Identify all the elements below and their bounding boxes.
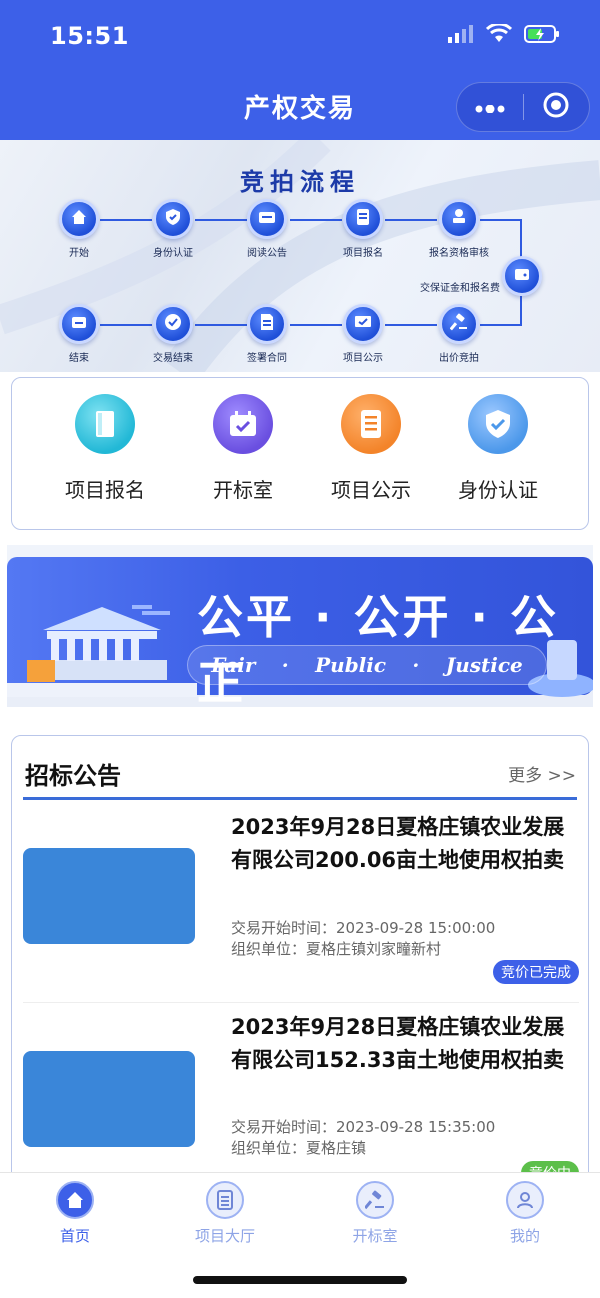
calendar-check-icon (213, 394, 273, 454)
document-icon (354, 208, 372, 230)
stamp-icon (450, 208, 468, 230)
status-badge: 竞价已完成 (493, 960, 579, 984)
more-link[interactable]: 更多 >> (508, 761, 576, 786)
notice-thumbnail (23, 848, 195, 944)
tab-project-hall[interactable]: 项目大厅 (150, 1181, 300, 1246)
list-icon (206, 1181, 244, 1219)
notice-item-org: 组织单位：夏格庄镇刘家疃新村 (231, 940, 442, 958)
tab-home[interactable]: 首页 (0, 1181, 150, 1246)
quick-item-project-signup[interactable]: 项目报名 (40, 394, 170, 503)
gavel-icon (449, 313, 468, 335)
process-step-read-notice: 阅读公告 (222, 199, 312, 259)
notice-item-title: 2023年9月28日夏格庄镇农业发展有限公司200.06亩土地使用权拍卖 (231, 815, 565, 872)
process-step-signup: 项目报名 (318, 199, 408, 259)
process-step-bidding: 出价竞拍 (414, 304, 504, 364)
tab-bid-room[interactable]: 开标室 (300, 1181, 450, 1246)
quick-item-identity-verify[interactable]: 身份认证 (433, 394, 563, 503)
process-label-deposit: 交保证金和报名费 (420, 283, 500, 294)
tv-icon (70, 313, 88, 335)
shield-icon (164, 208, 182, 230)
notice-divider (23, 797, 577, 800)
board-icon (354, 313, 372, 335)
battery-icon (524, 24, 560, 48)
list-document-icon (341, 394, 401, 454)
tab-label: 项目大厅 (194, 1227, 255, 1245)
contract-icon (258, 313, 276, 335)
tab-label: 开标室 (352, 1227, 398, 1245)
notice-item-time: 交易开始时间：2023-09-28 15:00:00 (231, 919, 496, 937)
process-step-identity: 身份认证 (128, 199, 218, 259)
slogan-chinese: 公平 · 公开 · 公正 (197, 590, 560, 707)
notice-item-title: 2023年9月28日夏格庄镇农业发展有限公司152.33亩土地使用权拍卖 (231, 1015, 565, 1072)
process-step-end: 结束 (34, 304, 124, 364)
home-icon (56, 1181, 94, 1219)
book-icon (75, 394, 135, 454)
target-close-icon (542, 91, 570, 123)
notice-item[interactable]: 2023年9月28日夏格庄镇农业发展有限公司152.33亩土地使用权拍卖 交易开… (23, 1002, 579, 1198)
home-indicator[interactable] (193, 1276, 407, 1284)
quick-menu: 项目报名 开标室 项目公示 身份认证 (11, 377, 589, 530)
close-button[interactable] (524, 83, 590, 131)
wallet-icon (513, 265, 531, 287)
more-button[interactable] (457, 83, 523, 131)
top-bar: 15:51 产权交易 (0, 0, 600, 140)
slogan-banner[interactable]: 公平 · 公开 · 公正 Fair · Public · Justice (7, 545, 593, 707)
process-step-contract: 签署合同 (222, 304, 312, 364)
gavel-icon (356, 1181, 394, 1219)
tab-label: 首页 (59, 1227, 90, 1245)
more-dots-icon (475, 98, 505, 117)
quick-item-project-publicity[interactable]: 项目公示 (306, 394, 436, 503)
notice-item-time: 交易开始时间：2023-09-28 15:35:00 (231, 1118, 496, 1136)
flow-line (520, 296, 522, 326)
process-title: 竞拍流程 (240, 168, 360, 196)
tab-mine[interactable]: 我的 (450, 1181, 600, 1246)
user-icon (506, 1181, 544, 1219)
notice-item[interactable]: 2023年9月28日夏格庄镇农业发展有限公司200.06亩土地使用权拍卖 交易开… (23, 806, 579, 1002)
slogan-english: Fair · Public · Justice (187, 645, 547, 685)
shield-check-icon (468, 394, 528, 454)
status-icons (448, 22, 560, 48)
signal-icon (448, 25, 474, 47)
flow-line (520, 219, 522, 257)
quick-item-bid-room[interactable]: 开标室 (178, 394, 308, 503)
id-card-icon (258, 208, 276, 230)
tender-notice-panel: 招标公告 更多 >> 2023年9月28日夏格庄镇农业发展有限公司200.06亩… (11, 735, 589, 1235)
wifi-icon (485, 22, 513, 48)
process-step-deal-done: 交易结束 (128, 304, 218, 364)
notice-thumbnail (23, 1051, 195, 1147)
process-step-publicity: 项目公示 (318, 304, 408, 364)
process-step-start: 开始 (34, 199, 124, 259)
auction-process-banner[interactable]: 竞拍流程 开始 身份认证 阅读公告 项目报名 报名资格审核 交保证金和报名费 出… (0, 140, 600, 372)
status-time: 15:51 (50, 22, 129, 50)
tab-label: 我的 (509, 1227, 540, 1245)
process-step-qualification: 报名资格审核 (414, 199, 504, 259)
home-icon (70, 208, 88, 230)
notice-item-org: 组织单位：夏格庄镇 (231, 1139, 367, 1157)
mini-program-capsule (456, 82, 590, 132)
notice-title: 招标公告 (25, 762, 121, 790)
check-circle-icon (164, 313, 182, 335)
